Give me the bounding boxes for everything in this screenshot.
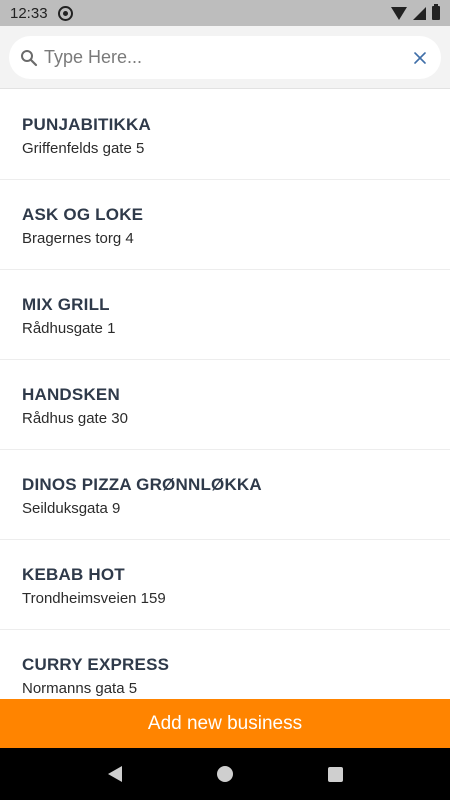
battery-icon — [432, 4, 440, 20]
add-business-button[interactable]: Add new business — [0, 699, 450, 748]
business-address: Seilduksgata 9 — [22, 500, 121, 517]
search-icon — [20, 49, 38, 67]
clear-icon[interactable] — [409, 47, 431, 69]
wifi-icon — [391, 6, 407, 20]
list-item[interactable]: MIX GRILL Rådhusgate 1 — [0, 270, 450, 360]
recent-apps-icon[interactable] — [327, 766, 343, 782]
status-icons — [391, 4, 440, 20]
search-box[interactable] — [9, 36, 441, 79]
business-address: Rådhus gate 30 — [22, 410, 128, 427]
business-name: DINOS PIZZA GRØNNLØKKA — [22, 475, 262, 494]
search-input[interactable] — [44, 47, 409, 68]
business-address: Trondheimsveien 159 — [22, 590, 166, 607]
business-name: CURRY EXPRESS — [22, 655, 170, 674]
back-icon[interactable] — [107, 766, 122, 782]
navigation-bar — [0, 748, 450, 800]
list-item[interactable]: HANDSKEN Rådhus gate 30 — [0, 360, 450, 450]
list-item[interactable]: DINOS PIZZA GRØNNLØKKA Seilduksgata 9 — [0, 450, 450, 540]
sync-icon — [57, 5, 73, 21]
signal-icon — [413, 6, 426, 20]
list-item[interactable]: KEBAB HOT Trondheimsveien 159 — [0, 540, 450, 630]
business-list[interactable]: PUNJABITIKKA Griffenfelds gate 5 ASK OG … — [0, 90, 450, 699]
status-bar: 12:33 — [0, 0, 450, 26]
search-header — [0, 26, 450, 89]
business-name: ASK OG LOKE — [22, 205, 144, 224]
business-name: PUNJABITIKKA — [22, 115, 151, 134]
home-icon[interactable] — [216, 766, 233, 782]
business-address: Bragernes torg 4 — [22, 230, 134, 247]
business-name: KEBAB HOT — [22, 565, 125, 584]
business-address: Rådhusgate 1 — [22, 320, 116, 337]
business-address: Griffenfelds gate 5 — [22, 140, 145, 157]
business-name: HANDSKEN — [22, 385, 120, 404]
business-address: Normanns gata 5 — [22, 680, 138, 697]
list-item[interactable]: ASK OG LOKE Bragernes torg 4 — [0, 180, 450, 270]
status-time: 12:33 — [10, 4, 48, 22]
list-item[interactable]: PUNJABITIKKA Griffenfelds gate 5 — [0, 90, 450, 180]
list-item[interactable]: CURRY EXPRESS Normanns gata 5 — [0, 630, 450, 699]
business-name: MIX GRILL — [22, 295, 110, 314]
